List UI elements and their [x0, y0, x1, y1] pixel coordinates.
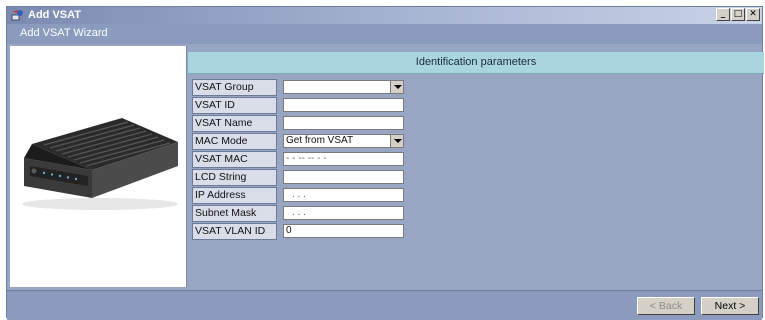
form-row-vsat-mac-address: VSAT MAC Address - - -- -- - - — [192, 151, 406, 180]
title-bar[interactable]: Add VSAT _ □ ✕ — [7, 7, 762, 24]
vsat-vlan-id-input[interactable]: 0 — [283, 224, 404, 238]
subnet-mask-label: Subnet Mask — [192, 205, 277, 222]
next-button[interactable]: Next > — [701, 297, 759, 315]
vsat-group-label: VSAT Group — [192, 79, 277, 96]
wizard-header: Add VSAT Wizard — [7, 24, 762, 44]
back-button[interactable]: < Back — [637, 297, 695, 315]
mac-mode-select[interactable]: Get from VSAT — [283, 134, 404, 148]
minimize-button[interactable]: _ — [716, 8, 730, 21]
close-button[interactable]: ✕ — [746, 8, 760, 21]
form-row-lcd-string: LCD String — [192, 169, 406, 186]
form-row-mac-mode: MAC Mode Get from VSAT — [192, 133, 406, 150]
vsat-group-select[interactable] — [283, 80, 404, 94]
maximize-button[interactable]: □ — [731, 8, 745, 21]
ip-address-label: IP Address — [192, 187, 277, 204]
subnet-mask-input[interactable]: . . . — [283, 206, 404, 220]
mac-mode-value: Get from VSAT — [286, 135, 354, 146]
form-row-ip-address: IP Address . . . — [192, 187, 406, 204]
mac-mode-label: MAC Mode — [192, 133, 277, 150]
form-row-vsat-group: VSAT Group — [192, 79, 406, 96]
vsat-id-label: VSAT ID — [192, 97, 277, 114]
form-row-vsat-vlan-id: VSAT VLAN ID 0 — [192, 223, 406, 240]
lcd-string-label: LCD String — [192, 169, 277, 186]
vsat-mac-address-label: VSAT MAC Address — [192, 151, 277, 180]
chevron-down-icon[interactable] — [390, 135, 403, 147]
form-row-subnet-mask: Subnet Mask . . . — [192, 205, 406, 222]
ip-address-input[interactable]: . . . — [283, 188, 404, 202]
form-row-vsat-name: VSAT Name — [192, 115, 406, 132]
add-vsat-window: Add VSAT _ □ ✕ Add VSAT Wizard Identific… — [6, 6, 764, 320]
vsat-device-image — [22, 118, 178, 210]
vsat-name-input[interactable] — [283, 116, 404, 130]
vsat-id-input[interactable] — [283, 98, 404, 112]
device-image-panel — [10, 46, 187, 287]
vsat-vlan-id-label: VSAT VLAN ID — [192, 223, 277, 240]
wizard-title: Add VSAT Wizard — [20, 27, 108, 39]
form-row-vsat-id: VSAT ID — [192, 97, 406, 114]
wizard-footer: < Back Next > — [7, 290, 762, 320]
window-title: Add VSAT — [28, 9, 81, 21]
lcd-string-input[interactable] — [283, 170, 404, 184]
chevron-down-icon[interactable] — [390, 81, 403, 93]
vsat-mac-address-input[interactable]: - - -- -- - - — [283, 152, 404, 166]
app-icon — [11, 10, 23, 21]
section-header: Identification parameters — [188, 52, 764, 74]
vsat-name-label: VSAT Name — [192, 115, 277, 132]
